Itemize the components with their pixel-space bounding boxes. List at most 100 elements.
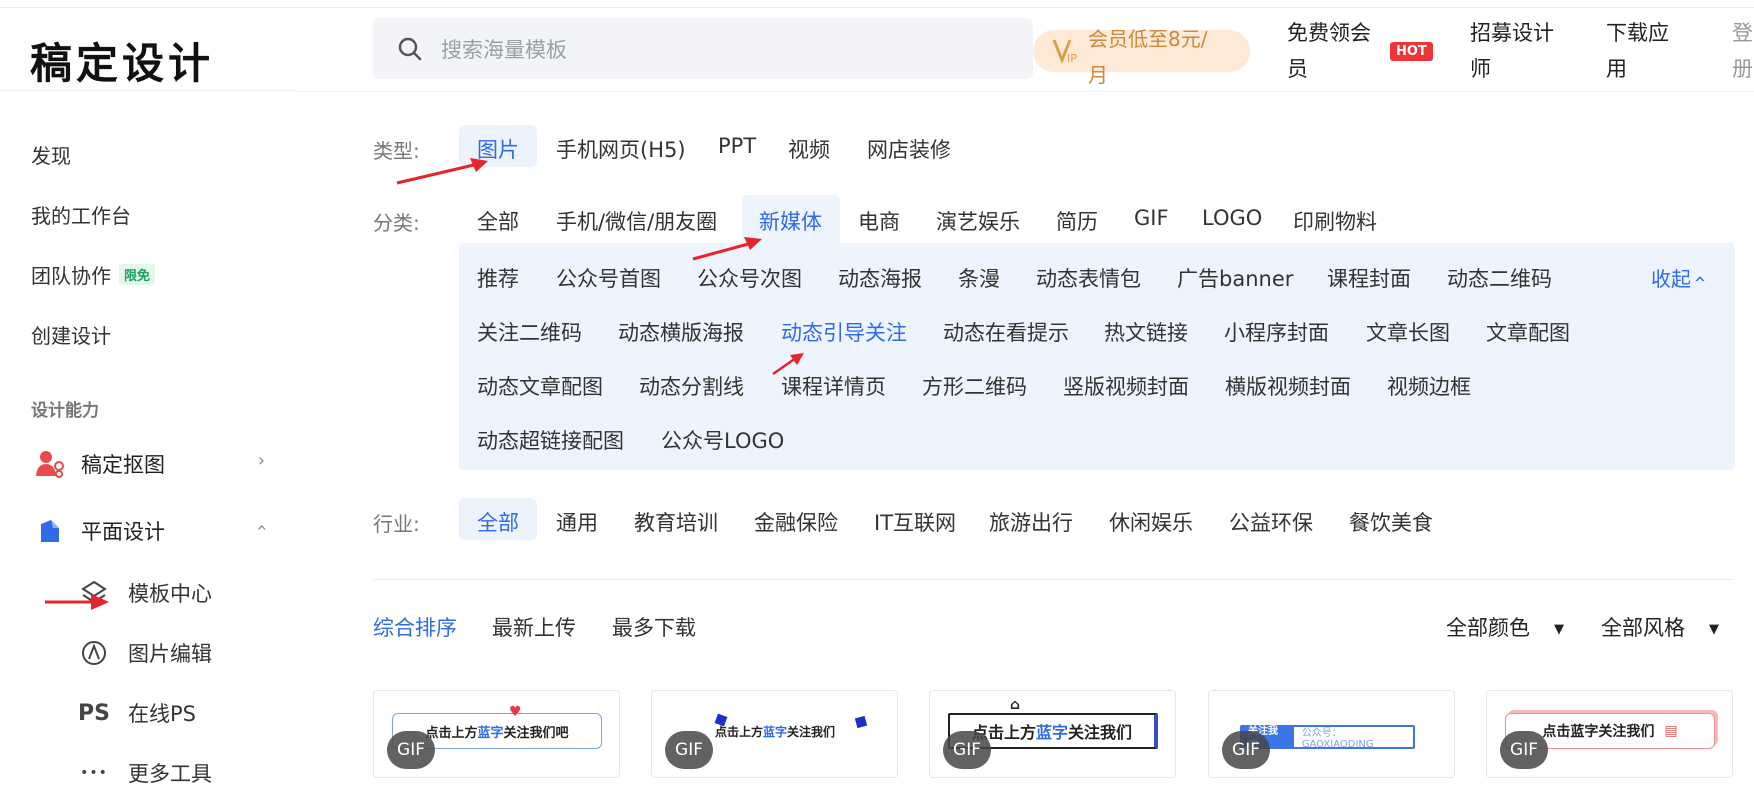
industry-chip[interactable]: IT互联网 [874,507,956,537]
sort-newest[interactable]: 最新上传 [492,612,576,642]
sidebar-divider [0,90,296,91]
subcategory-chip[interactable]: 动态海报 [838,263,922,293]
download-app-link[interactable]: 下载应 用 [1606,15,1669,87]
industry-chip[interactable]: 通用 [556,507,598,537]
more-icon: ••• [80,765,108,781]
sub-tool-online-ps[interactable]: PS 在线PS [78,698,196,728]
category-chip-entertainment[interactable]: 演艺娱乐 [936,206,1020,236]
subcategory-chip[interactable]: 方形二维码 [922,371,1027,401]
gif-badge: GIF [1500,731,1548,769]
subcategory-chip[interactable]: 横版视频封面 [1225,371,1351,401]
industry-chip[interactable]: 教育培训 [634,507,718,537]
collapse-button[interactable]: 收起› [1651,263,1711,292]
subcategory-chip[interactable]: 动态超链接配图 [477,425,624,455]
link-line: 师 [1470,57,1491,81]
link-line: 员 [1287,57,1308,81]
subcategory-chip[interactable]: 动态在看提示 [943,317,1069,347]
industry-chip-all[interactable]: 全部 [477,507,519,537]
category-chip-ecommerce[interactable]: 电商 [858,206,900,236]
vip-promo-text: 会员低至8元/ 月 [1088,21,1238,93]
header-divider [296,91,1754,92]
subcategory-chip[interactable]: 课程详情页 [781,371,886,401]
subcategory-chip[interactable]: 条漫 [958,263,1000,293]
vip-promo-button[interactable]: IP 会员低至8元/ 月 [1033,27,1250,87]
industry-chip[interactable]: 休闲娱乐 [1109,507,1193,537]
sub-tool-more[interactable]: ••• 更多工具 [78,758,212,788]
sidebar-item-discover[interactable]: 发现 [31,140,71,169]
subcategory-chip[interactable]: 热文链接 [1104,317,1188,347]
caret-down-icon: ▼ [1709,621,1719,637]
recruit-designer-link[interactable]: 招募设计 师 [1470,15,1554,87]
link-line: 用 [1606,57,1627,81]
subcategory-chip[interactable]: 动态横版海报 [618,317,744,347]
search-icon [398,37,422,60]
subcategory-chip[interactable]: 广告banner [1177,263,1293,293]
industry-chip[interactable]: 旅游出行 [989,507,1073,537]
caret-down-icon: ▼ [1554,621,1564,637]
template-card[interactable]: 点击上方 蓝字 关注我们吧 ♥ GIF [373,690,620,778]
subcategory-chip[interactable]: 动态分割线 [639,371,744,401]
sort-most-downloaded[interactable]: 最多下载 [612,612,696,642]
sub-tool-template-center[interactable]: 模板中心 [78,578,212,608]
template-card[interactable]: 点击上方 蓝字 关注我们 ⌂ GIF [929,690,1176,778]
sort-comprehensive[interactable]: 综合排序 [373,612,457,642]
app-logo[interactable]: 稿定设计 [30,30,214,91]
gif-badge: GIF [1222,731,1270,769]
filter-divider [373,579,1734,580]
subcategory-chip[interactable]: 关注二维码 [477,317,582,347]
category-chip-print[interactable]: 印刷物料 [1293,206,1377,236]
gif-badge: GIF [665,731,713,769]
subcategory-chip[interactable]: 动态表情包 [1036,263,1141,293]
subcategory-chip[interactable]: 视频边框 [1387,371,1471,401]
template-card[interactable]: 点击上方 蓝字 关注我们 GIF [651,690,898,778]
vip-icon: IP [1052,39,1077,65]
vip-promo-line2: 月 [1088,63,1108,87]
top-border [0,0,1754,8]
subcategory-chip[interactable]: 竖版视频封面 [1063,371,1189,401]
category-chip-gif[interactable]: GIF [1134,206,1169,230]
type-chip-shop[interactable]: 网店装修 [867,134,951,164]
tool-graphic-design[interactable]: 平面设计 › [31,515,281,547]
subcategory-chip[interactable]: 文章配图 [1486,317,1570,347]
type-chip-video[interactable]: 视频 [788,134,830,164]
color-filter-dropdown[interactable]: 全部颜色 ▼ [1446,612,1564,642]
login-link[interactable]: 登 册 [1732,15,1753,87]
subcategory-chip[interactable]: 公众号LOGO [661,425,784,455]
free-vip-link[interactable]: 免费领会 员 [1287,15,1371,87]
type-chip-ppt[interactable]: PPT [718,134,756,158]
subcategory-chip[interactable]: 公众号次图 [697,263,802,293]
industry-chip[interactable]: 金融保险 [754,507,838,537]
industry-chip[interactable]: 餐饮美食 [1349,507,1433,537]
style-filter-dropdown[interactable]: 全部风格 ▼ [1601,612,1719,642]
category-chip-mobile[interactable]: 手机/微信/朋友圈 [556,206,717,236]
subcategory-chip[interactable]: 动态文章配图 [477,371,603,401]
search-input[interactable]: 搜索海量模板 [373,18,1033,79]
template-card[interactable]: 关注我们 公众号：GAOXIAODING GIF [1208,690,1455,778]
subcategory-chip[interactable]: 小程序封面 [1224,317,1329,347]
subcategory-chip[interactable]: 公众号首图 [556,263,661,293]
sidebar-item-create[interactable]: 创建设计 [31,320,111,349]
type-chip-h5[interactable]: 手机网页(H5) [556,134,686,164]
template-card[interactable]: 点击蓝字 关注我们 ▤ GIF [1486,690,1733,778]
sidebar-item-workspace[interactable]: 我的工作台 [31,200,131,229]
sub-tool-image-edit[interactable]: 图片编辑 [78,638,212,668]
subcategory-chip-active[interactable]: 动态引导关注 [781,317,907,347]
category-label: 分类: [373,211,420,235]
category-chip-all[interactable]: 全部 [477,206,519,236]
pen-icon [31,515,69,547]
sidebar-item-team[interactable]: 团队协作 限免 [31,260,156,289]
tool-label: 稿定抠图 [81,453,165,477]
subcategory-chip[interactable]: 动态二维码 [1447,263,1552,293]
industry-chip[interactable]: 公益环保 [1229,507,1313,537]
category-chip-resume[interactable]: 简历 [1056,206,1098,236]
subcategory-chip[interactable]: 推荐 [477,263,519,293]
category-chip-logo[interactable]: LOGO [1202,206,1262,230]
category-chip-new-media[interactable]: 新媒体 [759,206,822,236]
subcategory-chip[interactable]: 课程封面 [1327,263,1411,293]
tool-cutout[interactable]: 稿定抠图 › [31,448,281,480]
subcategory-chip[interactable]: 文章长图 [1366,317,1450,347]
tool-label: 平面设计 [81,520,165,544]
sidebar-item-label: 创建设计 [31,324,111,348]
type-chip-image[interactable]: 图片 [477,134,519,164]
home-icon: ⌂ [1010,697,1021,713]
